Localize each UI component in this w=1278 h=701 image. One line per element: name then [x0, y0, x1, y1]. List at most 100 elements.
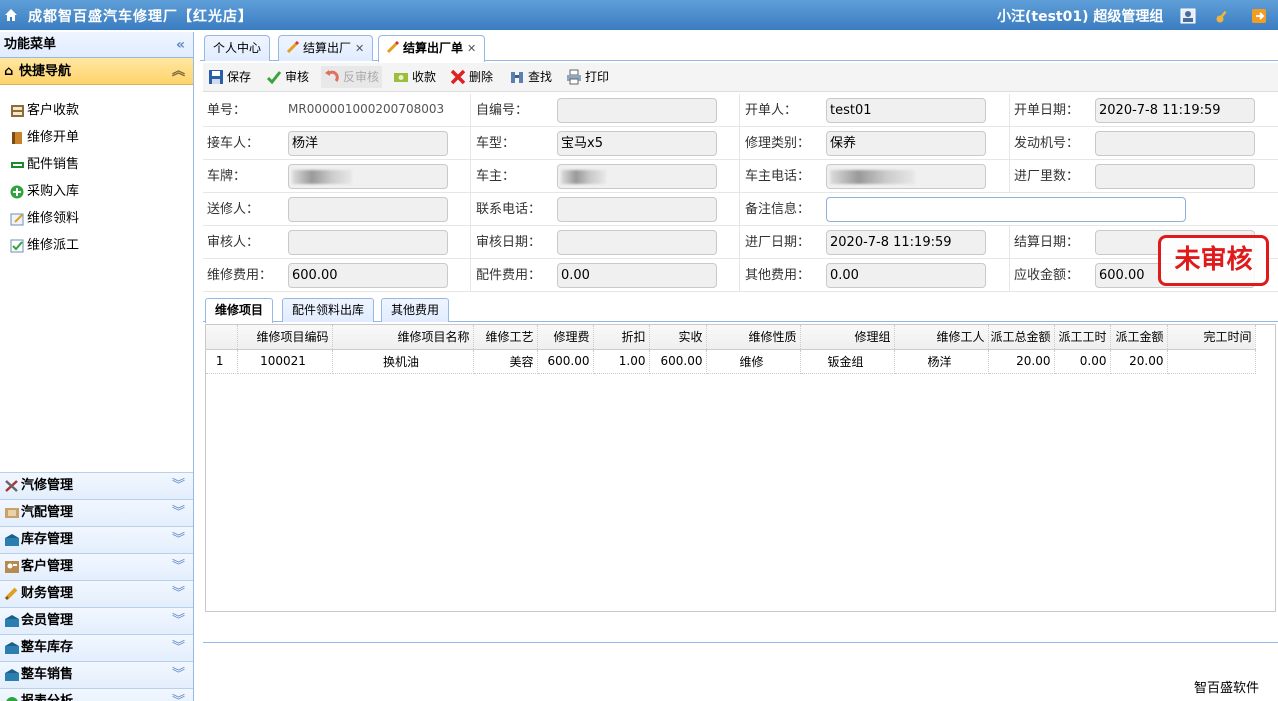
quick-item-customer-payment[interactable]: 客户收款	[10, 97, 193, 124]
owner-phone-field[interactable]	[826, 164, 986, 189]
form-row: 接车人： 杨洋 车型： 宝马x5 修理类别： 保养 发动机号：	[203, 127, 1278, 160]
contact-phone-field[interactable]	[557, 197, 717, 222]
table-cell[interactable]: 维修	[706, 349, 801, 374]
table-cell[interactable]: 美容	[473, 349, 538, 374]
repair-type-field[interactable]: 保养	[826, 131, 986, 156]
collapse-sidebar-icon[interactable]: «	[176, 32, 185, 58]
key-icon[interactable]	[1215, 8, 1231, 24]
column-header[interactable]: 维修项目编码	[237, 325, 333, 350]
chevron-down-icon[interactable]: ︾	[172, 527, 185, 553]
tab-settle-out[interactable]: 结算出厂 ✕	[278, 35, 374, 61]
chevron-down-icon[interactable]: ︾	[172, 689, 185, 701]
self-no-field[interactable]	[557, 98, 717, 123]
sender-field[interactable]	[288, 197, 448, 222]
table-cell[interactable]: 1.00	[593, 349, 650, 374]
close-icon[interactable]: ✕	[355, 42, 364, 55]
remark-field[interactable]	[826, 197, 1186, 222]
receiver-field[interactable]: 杨洋	[288, 131, 448, 156]
audit-button[interactable]: 审核	[266, 66, 309, 88]
repair-fee-field[interactable]: 600.00	[288, 263, 448, 288]
chevron-down-icon[interactable]: ︾	[172, 635, 185, 661]
sidebar-group-car-sales[interactable]: 整车销售 ︾	[0, 661, 193, 688]
column-header[interactable]: 完工时间	[1167, 325, 1256, 350]
sidebar-group-members[interactable]: 会员管理 ︾	[0, 607, 193, 634]
quick-item-parts-sales[interactable]: 配件销售	[10, 151, 193, 178]
column-header[interactable]: 维修工人	[894, 325, 989, 350]
user-profile-icon[interactable]	[1180, 8, 1196, 24]
home-icon[interactable]	[4, 8, 18, 22]
quick-item-dispatch[interactable]: 维修派工	[10, 232, 193, 259]
tab-label: 个人中心	[213, 41, 262, 55]
delete-button[interactable]: 删除	[450, 66, 493, 88]
column-header[interactable]: 派工工时	[1054, 325, 1111, 350]
table-cell[interactable]: 20.00	[988, 349, 1055, 374]
cell-divider	[739, 193, 740, 226]
sidebar-group-finance[interactable]: 财务管理 ︾	[0, 580, 193, 607]
tab-bar: 个人中心 结算出厂 ✕ 结算出厂单 ✕	[200, 32, 1278, 62]
column-header[interactable]: 维修项目名称	[332, 325, 474, 350]
chevron-down-icon[interactable]: ︾	[172, 581, 185, 607]
table-row[interactable]: 1 100021 换机油 美容 600.00 1.00 600.00 维修 钣金…	[206, 349, 1256, 374]
plate-field[interactable]	[288, 164, 448, 189]
print-button[interactable]: 打印	[566, 66, 609, 88]
table-cell[interactable]: 600.00	[649, 349, 707, 374]
sidebar-group-customers[interactable]: 客户管理 ︾	[0, 553, 193, 580]
quick-nav-header[interactable]: ⌂ 快捷导航 ︽	[0, 58, 193, 85]
quick-item-repair-order[interactable]: 维修开单	[10, 124, 193, 151]
table-cell[interactable]: 600.00	[537, 349, 594, 374]
table-cell[interactable]: 换机油	[332, 349, 474, 374]
quick-item-material-pick[interactable]: 维修领料	[10, 205, 193, 232]
table-cell[interactable]: 20.00	[1110, 349, 1168, 374]
sidebar-group-car-stock[interactable]: 整车库存 ︾	[0, 634, 193, 661]
model-field[interactable]: 宝马x5	[557, 131, 717, 156]
column-header[interactable]: 派工总金额	[988, 325, 1055, 350]
column-header[interactable]: 维修性质	[706, 325, 801, 350]
entry-date-field[interactable]: 2020-7-8 11:19:59	[826, 230, 986, 255]
table-cell[interactable]: 100021	[237, 349, 333, 374]
engine-no-field[interactable]	[1095, 131, 1255, 156]
sidebar-group-parts[interactable]: 汽配管理 ︾	[0, 499, 193, 526]
sidebar-group-reports[interactable]: 报表分析 ︾	[0, 688, 193, 701]
open-date-field[interactable]: 2020-7-8 11:19:59	[1095, 98, 1255, 123]
tab-personal-center[interactable]: 个人中心	[204, 35, 271, 61]
auditor-field[interactable]	[288, 230, 448, 255]
quick-item-purchase-in[interactable]: 采购入库	[10, 178, 193, 205]
chevron-down-icon[interactable]: ︾	[172, 473, 185, 499]
mileage-field[interactable]	[1095, 164, 1255, 189]
table-cell[interactable]	[1167, 349, 1256, 374]
logout-icon[interactable]	[1251, 8, 1267, 24]
pencil-icon	[387, 41, 399, 53]
chevron-up-icon[interactable]: ︽	[172, 58, 185, 85]
chevron-down-icon[interactable]: ︾	[172, 554, 185, 580]
tab-parts-out[interactable]: 配件领料出库	[282, 298, 375, 322]
collect-button[interactable]: 收款	[393, 66, 436, 88]
tab-repair-items[interactable]: 维修项目	[205, 298, 274, 323]
sidebar-group-label: 会员管理	[21, 613, 74, 628]
other-fee-field[interactable]: 0.00	[826, 263, 986, 288]
tab-settle-out-order[interactable]: 结算出厂单 ✕	[378, 35, 486, 62]
sidebar-group-inventory[interactable]: 库存管理 ︾	[0, 526, 193, 553]
find-button[interactable]: 查找	[509, 66, 552, 88]
sidebar-group-auto-repair[interactable]: 汽修管理 ︾	[0, 472, 193, 499]
column-header[interactable]: 修理费	[537, 325, 594, 350]
save-button[interactable]: 保存	[208, 66, 251, 88]
column-header[interactable]: 派工金额	[1110, 325, 1168, 350]
chevron-down-icon[interactable]: ︾	[172, 608, 185, 634]
close-icon[interactable]: ✕	[467, 42, 476, 55]
table-cell[interactable]: 0.00	[1054, 349, 1111, 374]
chevron-down-icon[interactable]: ︾	[172, 500, 185, 526]
chevron-down-icon[interactable]: ︾	[172, 662, 185, 688]
table-cell[interactable]: 杨洋	[894, 349, 989, 374]
column-header[interactable]: 实收	[649, 325, 707, 350]
column-header[interactable]: 维修工艺	[473, 325, 538, 350]
column-header[interactable]: 折扣	[593, 325, 650, 350]
tab-other-fees[interactable]: 其他费用	[381, 298, 450, 322]
table-cell[interactable]: 钣金组	[800, 349, 895, 374]
issuer-field[interactable]: test01	[826, 98, 986, 123]
owner-field[interactable]	[557, 164, 717, 189]
column-header[interactable]: 修理组	[800, 325, 895, 350]
parts-fee-field[interactable]: 0.00	[557, 263, 717, 288]
sidebar-group-label: 汽修管理	[21, 478, 74, 493]
audit-date-field[interactable]	[557, 230, 717, 255]
unaudit-button[interactable]: 反审核	[321, 66, 383, 88]
